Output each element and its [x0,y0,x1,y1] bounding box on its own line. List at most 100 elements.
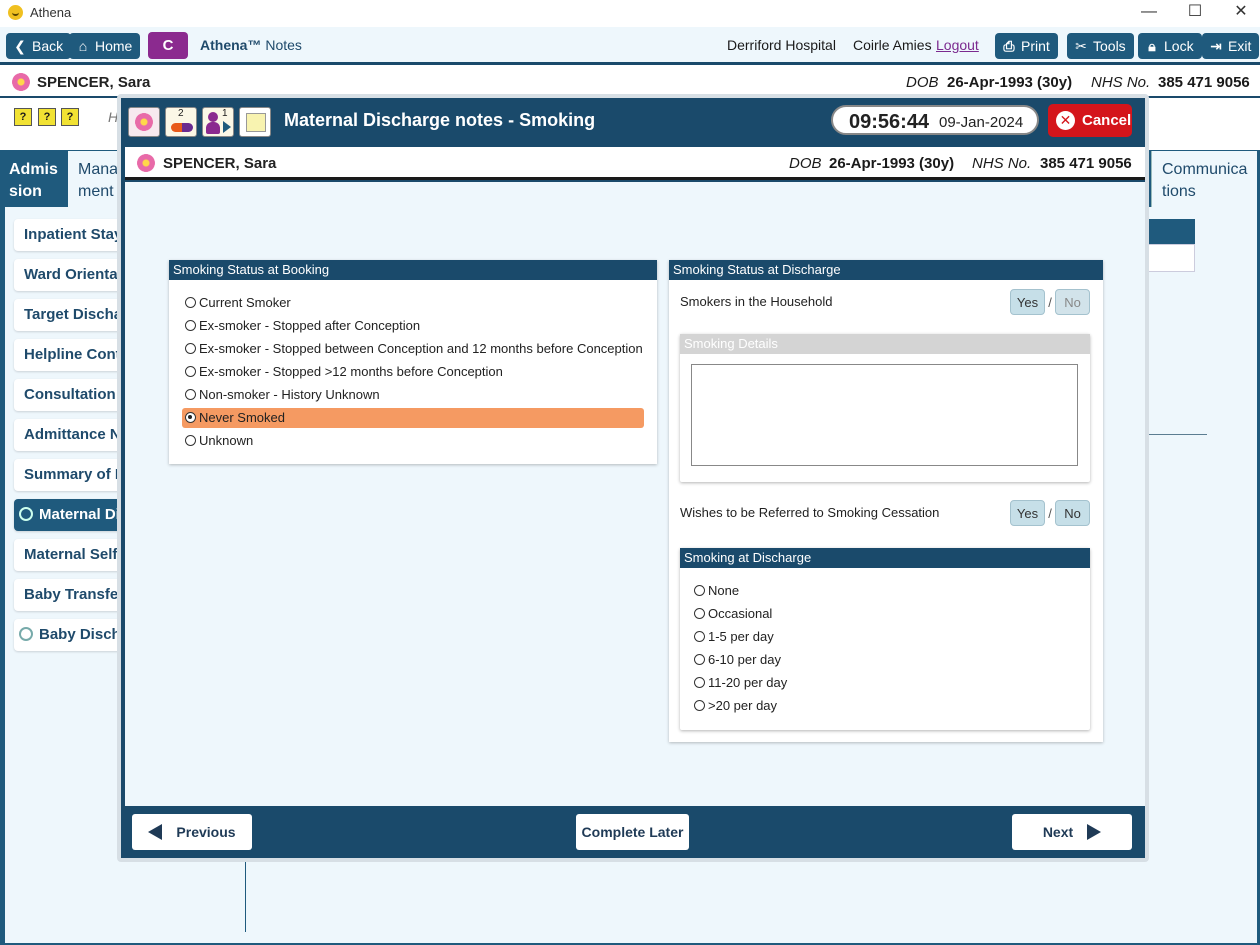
radio-button-checked[interactable] [185,412,196,423]
exit-button[interactable]: ⇥ Exit [1202,33,1260,59]
logout-link[interactable]: Logout [936,37,979,53]
pill-icon [171,123,193,132]
sidebar-item-active[interactable]: Maternal Di [14,499,124,531]
radio-option[interactable]: Ex-smoker - Stopped between Conception a… [182,339,644,359]
radio-button[interactable] [694,585,705,596]
radio-button[interactable] [694,608,705,619]
help-icon[interactable]: ? [14,108,32,126]
radio-button[interactable] [185,389,196,400]
cancel-button[interactable]: ✕ Cancel [1048,104,1132,137]
sidebar-item[interactable]: Consultation I [14,379,124,411]
panel-header: Smoking Status at Booking [169,260,657,280]
minimize-button[interactable]: — [1126,0,1172,26]
radio-label: Occasional [708,606,773,621]
referral-no-button[interactable]: No [1055,500,1090,526]
panel-header: Smoking at Discharge [680,548,1090,568]
dob-label: DOB [789,155,822,172]
maximize-button[interactable]: ☐ [1172,0,1218,26]
baby-count: 1 [222,108,228,119]
sidebar-item[interactable]: Baby Discha [14,619,124,651]
mother-baby-icon[interactable]: 1 [202,107,234,137]
print-button[interactable]: ⎙ Print [995,33,1058,59]
notepad-icon[interactable] [239,107,271,137]
radio-label: 6-10 per day [708,652,781,667]
maternal-discharge-modal: 2 1 Maternal Discharge notes - Smoking 0… [117,94,1149,862]
flower-icon[interactable] [128,107,160,137]
modal-body: Smoking Status at Booking Current Smoker… [125,182,1145,806]
referral-toggle: Yes / No [1010,500,1090,526]
radio-option[interactable]: 1-5 per day [691,627,991,647]
sidebar-item[interactable]: Ward Orientat [14,259,124,291]
smoking-at-discharge-panel: Smoking at Discharge None Occasional 1-5… [680,548,1090,730]
tab-admission[interactable]: Admis sion [0,151,68,207]
sidebar-item[interactable]: Summary of P [14,459,124,491]
radio-button[interactable] [185,366,196,377]
home-button[interactable]: ⌂ Home [69,33,141,59]
previous-button[interactable]: Previous [132,814,252,850]
play-arrow-icon [223,121,231,133]
radio-option[interactable]: Occasional [691,604,991,624]
sidebar-item[interactable]: Baby Transfer [14,579,124,611]
background-vertical-line [245,856,246,932]
radio-button[interactable] [694,700,705,711]
radio-button[interactable] [694,677,705,688]
household-no-button[interactable]: No [1055,289,1090,315]
radio-option-selected[interactable]: Never Smoked [182,408,644,428]
smoking-details-textarea[interactable] [691,364,1078,466]
radio-button[interactable] [185,343,196,354]
sidebar-item[interactable]: Maternal Self [14,539,124,571]
flower-icon [137,154,155,172]
medication-icon[interactable]: 2 [165,107,197,137]
radio-button[interactable] [185,297,196,308]
radio-button[interactable] [185,320,196,331]
back-label: Back [32,38,64,54]
help-icon[interactable]: ? [38,108,56,126]
tools-button[interactable]: ✂ Tools [1067,33,1134,59]
radio-button[interactable] [185,435,196,446]
dob-label: DOB [906,74,939,91]
next-button[interactable]: Next [1012,814,1132,850]
radio-option[interactable]: >20 per day [691,696,991,716]
radio-option[interactable]: 11-20 per day [691,673,991,693]
main-toolbar: ❮ Back ⌂ Home C Athena™ Notes Derriford Ho… [0,27,1260,65]
next-label: Next [1042,824,1074,840]
back-button[interactable]: ❮ Back [6,33,72,59]
sidebar-item[interactable]: Helpline Cont [14,339,124,371]
background-divider [1145,434,1207,435]
lock-button[interactable]: 🔒︎ Lock [1138,33,1202,59]
separator: / [1048,506,1052,521]
radio-option[interactable]: Unknown [182,431,644,451]
radio-option[interactable]: Ex-smoker - Stopped after Conception [182,316,644,336]
sidebar-item[interactable]: Target Dischar [14,299,124,331]
radio-option[interactable]: 6-10 per day [691,650,991,670]
radio-label: Ex-smoker - Stopped after Conception [199,318,421,333]
radio-button[interactable] [694,631,705,642]
brand-name: Athena™ [200,37,262,53]
complete-later-button[interactable]: Complete Later [576,814,689,850]
radio-button[interactable] [694,654,705,665]
tools-icon: ✂ [1075,38,1087,54]
household-yes-button[interactable]: Yes [1010,289,1045,315]
sidebar-item-label: Baby Discha [39,626,124,643]
background-panel-header [1145,219,1195,244]
tab-communications[interactable]: Communica tions [1151,151,1257,207]
sidebar-item-label: Admittance N [24,426,121,443]
smoking-discharge-panel: Smoking Status at Discharge Smokers in t… [669,260,1103,742]
person-body-icon [206,122,220,134]
medication-count: 2 [178,108,184,119]
person-head-icon [208,112,218,122]
household-toggle: Yes / No [1010,289,1090,315]
window-close-button[interactable]: ✕ [1218,0,1260,26]
radio-option[interactable]: None [691,581,991,601]
radio-option[interactable]: Current Smoker [182,293,644,313]
referral-yes-button[interactable]: Yes [1010,500,1045,526]
radio-option[interactable]: Non-smoker - History Unknown [182,385,644,405]
sidebar-item[interactable]: Inpatient Stay [14,219,124,251]
c-button[interactable]: C [148,32,188,59]
panel-header: Smoking Status at Discharge [669,260,1103,280]
sidebar-item[interactable]: Admittance N [14,419,124,451]
radio-option[interactable]: Ex-smoker - Stopped >12 months before Co… [182,362,644,382]
help-icon[interactable]: ? [61,108,79,126]
previous-label: Previous [176,824,236,840]
sidebar-item-label: Maternal Self [24,546,118,563]
